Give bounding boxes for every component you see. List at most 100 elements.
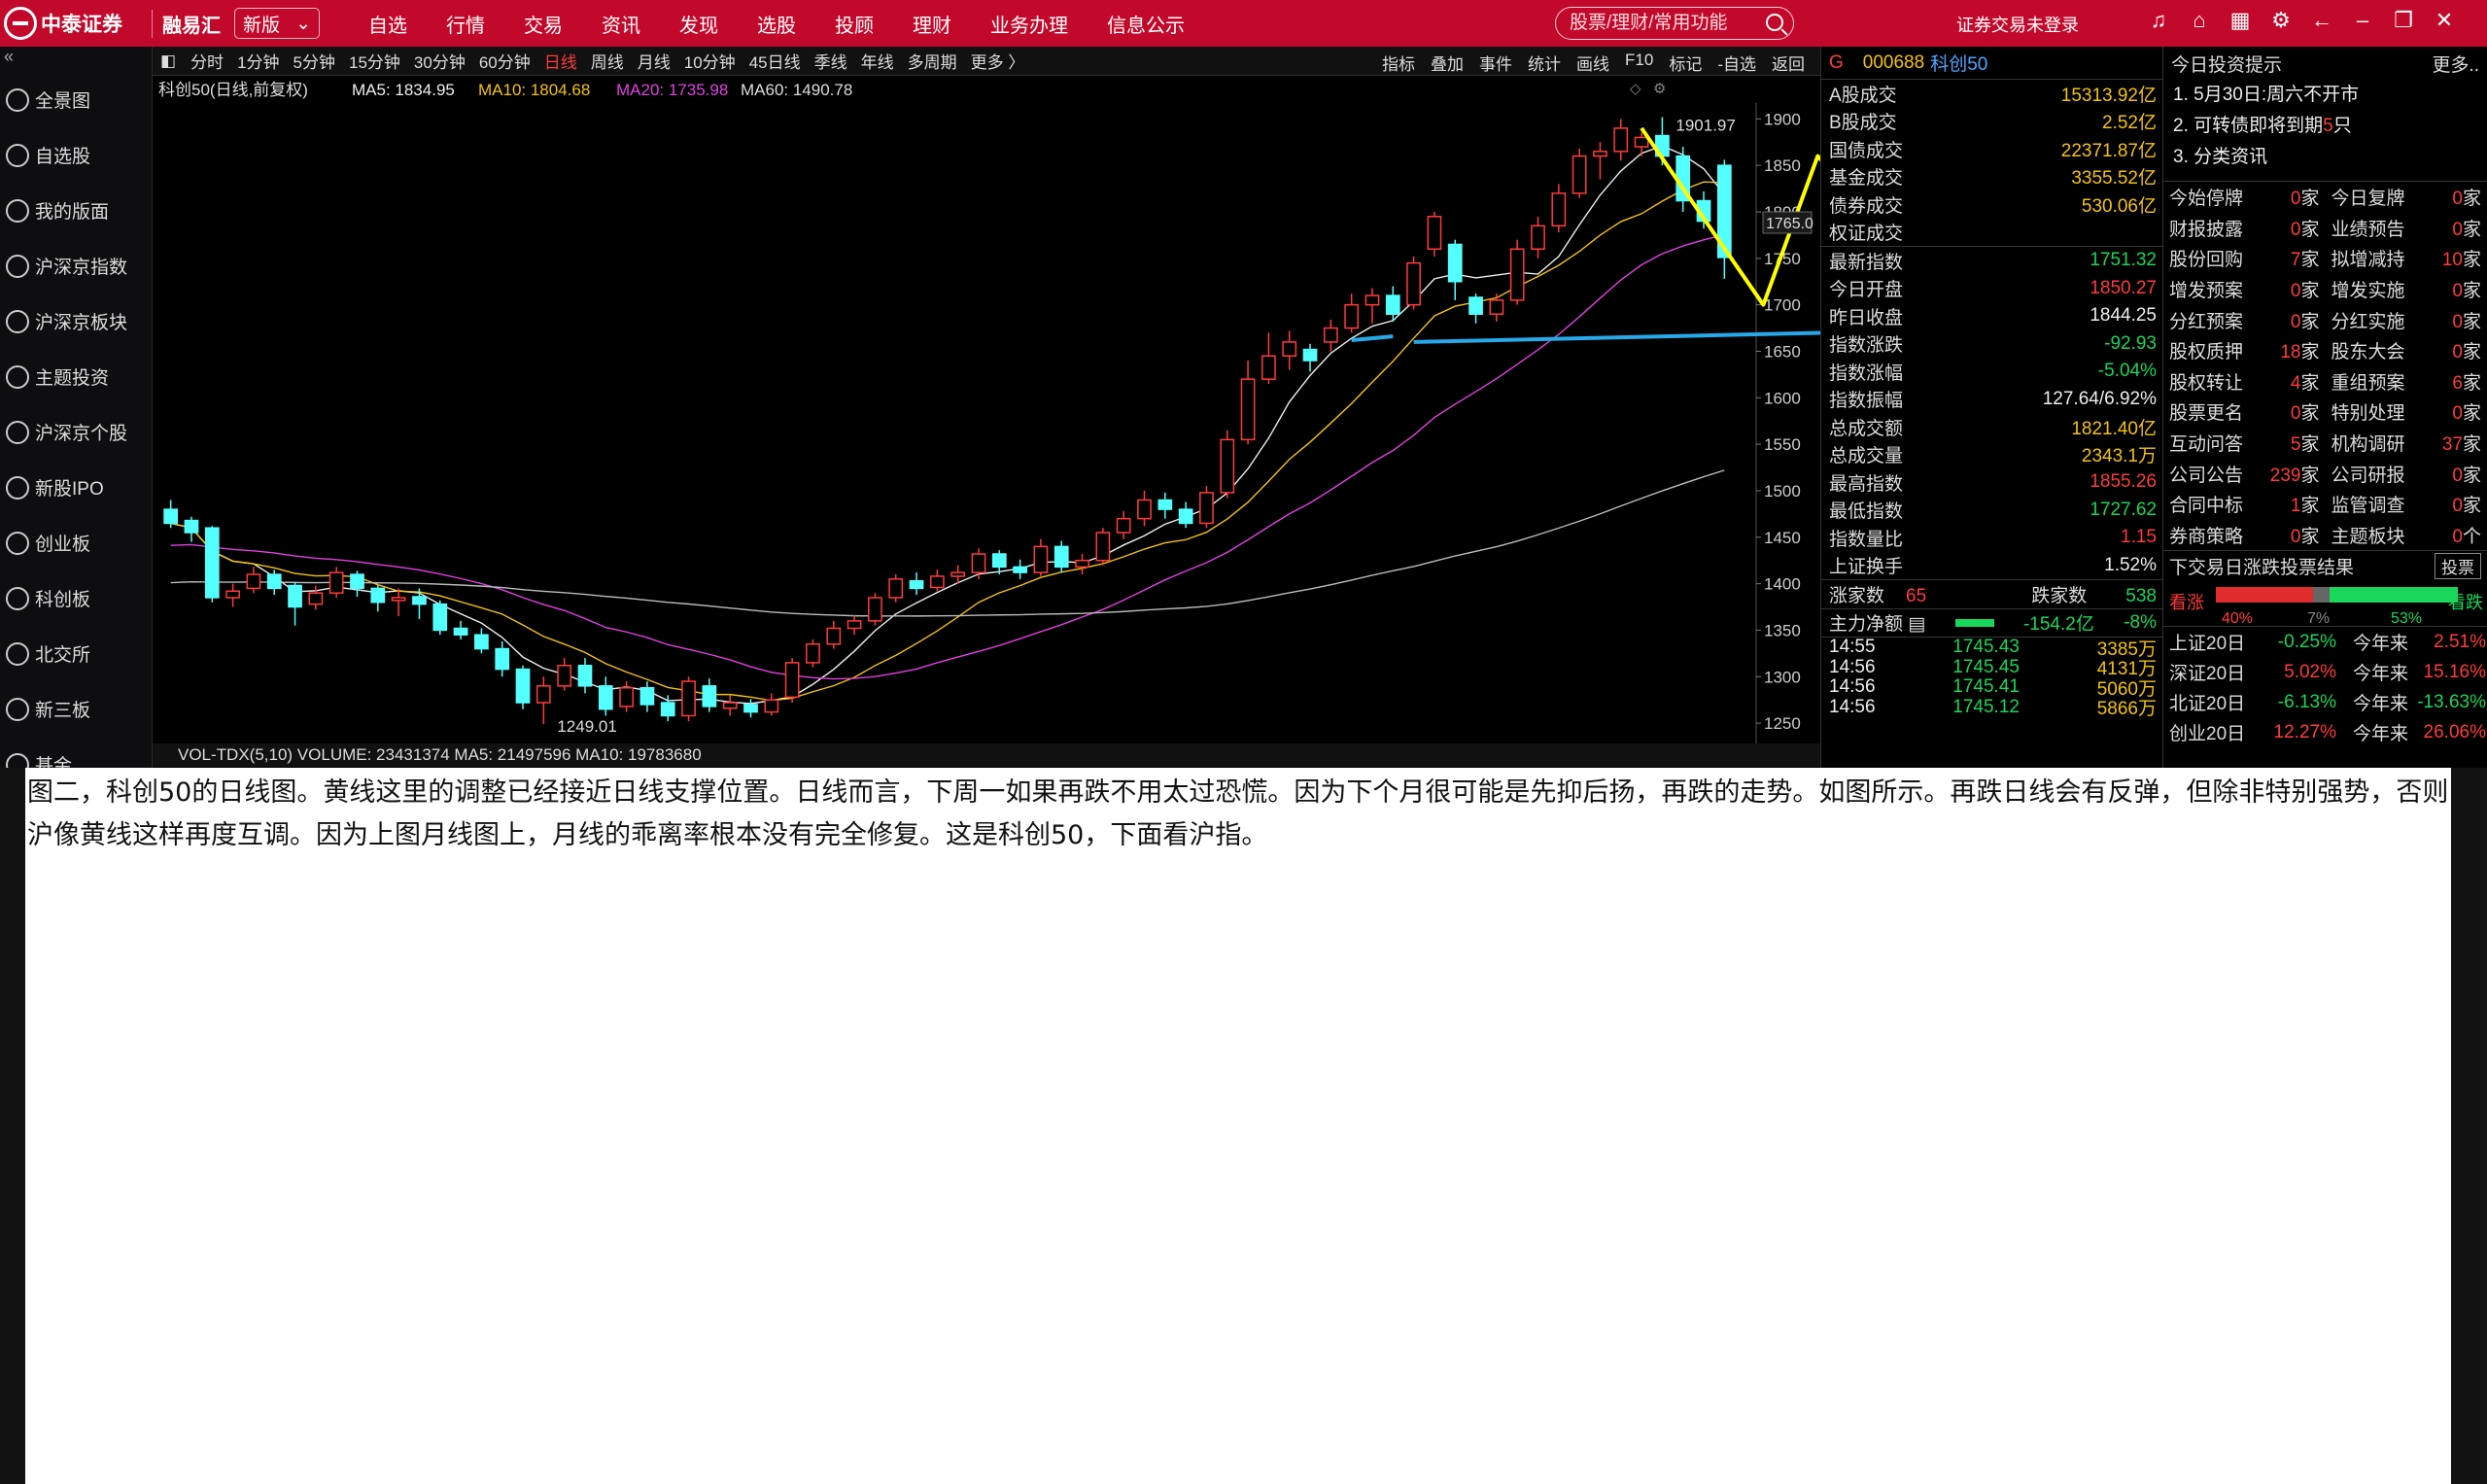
sidebar-item-overview[interactable]: 全景图 [0,72,152,127]
event-cell[interactable]: 股份回购 7家 [2163,245,2326,271]
sidebar-item-ipo[interactable]: 新股IPO [0,460,152,515]
more-link[interactable]: 更多.. [2432,51,2479,77]
event-cell[interactable]: 重组预案 6家 [2326,368,2487,395]
event-cell[interactable]: 今始停牌 0家 [2163,184,2326,210]
toggle-icon[interactable]: ◧ [153,52,184,71]
candle[interactable] [868,593,882,626]
event-cell[interactable]: 监管调查 0家 [2326,491,2487,517]
candle[interactable] [1220,430,1235,499]
event-cell[interactable]: 分红预案 0家 [2163,307,2326,333]
kline-chart-svg[interactable]: 科创50(日线,前复权) MA5: 1834.95 MA10: 1804.68 … [153,76,1820,769]
headset-icon[interactable]: ♫ [2138,8,2179,33]
candle[interactable] [1509,239,1525,305]
tool-indicator[interactable]: 指标 [1374,51,1423,75]
menu-item-disclosure[interactable]: 信息公示 [1088,10,1204,38]
period-tab-active[interactable]: 日线 [537,49,584,73]
period-tab[interactable]: 5分钟 [287,49,342,73]
event-cell[interactable]: 公司研报 0家 [2326,461,2487,487]
period-tab[interactable]: 周线 [584,49,631,73]
event-cell[interactable]: 分红实施 0家 [2326,307,2487,333]
sidebar-item-sectors[interactable]: 沪深京板块 [0,293,152,349]
event-cell[interactable]: 拟增减持 10家 [2326,245,2487,271]
kline-chart[interactable]: 科创50(日线,前复权) MA5: 1834.95 MA10: 1804.68 … [153,76,1820,769]
event-cell[interactable]: 股权转让 4家 [2163,368,2326,395]
sidebar-item-themes[interactable]: 主题投资 [0,349,152,404]
info-item[interactable]: 1. 5月30日:周六不开市 [2163,80,2487,111]
settings-icon[interactable]: ⚙ [2261,8,2301,33]
candle[interactable] [1095,528,1111,566]
menu-item-wealth[interactable]: 理财 [893,10,971,38]
sidebar-item-watchlist[interactable]: 自选股 [0,127,152,183]
sidebar-item-bse[interactable]: 北交所 [0,626,152,681]
period-tab[interactable]: 45日线 [743,49,808,73]
tool-f10[interactable]: F10 [1617,51,1661,75]
vote-button[interactable]: 投票 [2435,553,2481,580]
info-item[interactable]: 3. 分类资讯 [2163,142,2487,173]
candle[interactable] [681,676,696,722]
minimize-icon[interactable]: – [2342,8,2383,33]
event-cell[interactable]: 财报披露 0家 [2163,215,2326,241]
restore-icon[interactable]: ❐ [2383,8,2424,33]
candle[interactable] [888,574,904,603]
period-tab[interactable]: 1分钟 [230,49,286,73]
tool-back[interactable]: 返回 [1764,51,1813,75]
candle[interactable] [784,658,800,704]
event-cell[interactable]: 业绩预告 0家 [2326,215,2487,241]
event-cell[interactable]: 互动问答 5家 [2163,430,2326,456]
shirt-icon[interactable]: ⌂ [2179,8,2220,33]
candle[interactable] [1199,486,1214,529]
gear-icon[interactable]: ⚙ [1653,81,1666,97]
menu-item-market[interactable]: 行情 [427,10,504,38]
broker-logo[interactable]: 中泰证券 [4,7,140,40]
sidebar-item-star-market[interactable]: 科创板 [0,570,152,626]
period-tab[interactable]: 年线 [854,49,901,73]
menu-item-trade[interactable]: 交易 [504,10,582,38]
period-tab[interactable]: 30分钟 [407,49,472,73]
tool-overlay[interactable]: 叠加 [1423,51,1471,75]
period-tab[interactable]: 多周期 [901,49,964,73]
menu-item-screener[interactable]: 选股 [738,10,815,38]
back-arrow-icon[interactable]: ← [2301,8,2342,33]
event-cell[interactable]: 股票更名 0家 [2163,398,2326,425]
tool-mark[interactable]: 标记 [1661,51,1710,75]
period-tab[interactable]: 分时 [184,49,230,73]
login-status[interactable]: 证券交易未登录 [1956,12,2079,37]
candle[interactable] [1572,148,1587,198]
event-cell[interactable]: 股东大会 0家 [2326,337,2487,363]
tool-event[interactable]: 事件 [1471,51,1520,75]
calendar-icon[interactable]: ▤ [1908,614,1925,635]
period-tab[interactable]: 15分钟 [342,49,407,73]
sidebar-item-my-layout[interactable]: 我的版面 [0,183,152,238]
event-cell[interactable]: 机构调研 37家 [2326,430,2487,456]
tool-draw[interactable]: 画线 [1569,51,1617,75]
menu-item-watchlist[interactable]: 自选 [349,10,427,38]
info-item[interactable]: 2. 可转债即将到期5只 [2163,111,2487,142]
event-cell[interactable]: 券商策略 0家 [2163,522,2326,548]
grid-icon[interactable]: ▦ [2220,8,2261,33]
candle[interactable] [1406,256,1421,310]
diamond-icon[interactable]: ◇ [1630,81,1641,97]
version-select[interactable]: 新版 ⌄ [234,8,320,39]
candle[interactable] [515,665,531,709]
sidebar-item-indices[interactable]: 沪深京指数 [0,238,152,293]
menu-item-news[interactable]: 资讯 [582,10,660,38]
sidebar-item-neeq[interactable]: 新三板 [0,681,152,737]
period-tab[interactable]: 季线 [808,49,854,73]
menu-item-business[interactable]: 业务办理 [971,10,1088,38]
close-icon[interactable]: ✕ [2424,8,2465,33]
event-cell[interactable]: 合同中标 1家 [2163,491,2326,517]
candle[interactable] [204,526,220,603]
tick-list[interactable]: 14:55 1745.43 3385万 14:56 1745.45 4131万 14:56 1… [1821,637,2162,719]
sidebar-item-stocks[interactable]: 沪深京个股 [0,404,152,460]
candle[interactable] [806,639,820,668]
collapse-icon[interactable]: « [0,47,152,72]
tool-remove-watch[interactable]: -自选 [1710,51,1764,75]
period-tab[interactable]: 60分钟 [472,49,537,73]
menu-item-advisor[interactable]: 投顾 [815,10,893,38]
search-input[interactable]: 股票/理财/常用功能 [1555,7,1794,40]
menu-item-discover[interactable]: 发现 [660,10,738,38]
sidebar-item-chinext[interactable]: 创业板 [0,515,152,570]
event-cell[interactable]: 增发预案 0家 [2163,276,2326,302]
search-icon[interactable] [1766,14,1783,31]
period-tab[interactable]: 10分钟 [677,49,743,73]
